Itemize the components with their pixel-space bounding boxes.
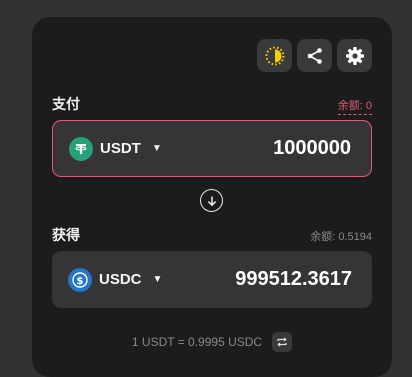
refresh-timer-button[interactable] <box>257 39 292 72</box>
exchange-rate-row: 1 USDT = 0.9995 USDC <box>32 332 392 352</box>
refresh-timer-icon <box>265 46 284 65</box>
receive-label: 获得 <box>52 227 80 243</box>
tether-icon <box>69 136 93 161</box>
usdc-icon: $ <box>68 267 92 292</box>
svg-text:$: $ <box>77 276 84 287</box>
share-icon <box>307 47 322 64</box>
swap-direction-button[interactable] <box>200 189 223 212</box>
receive-label-row: 获得 余额: 0.5194 <box>52 225 372 245</box>
arrow-down-icon <box>207 196 216 206</box>
settings-button[interactable] <box>337 39 372 72</box>
rate-toggle-button[interactable] <box>272 332 293 352</box>
pay-token-selector[interactable]: USDT ▼ <box>69 136 162 161</box>
share-button[interactable] <box>297 39 332 72</box>
pay-label-row: 支付 余额: 0 <box>52 94 372 115</box>
swap-cycle-icon <box>277 337 287 347</box>
swap-toolbar <box>257 39 372 72</box>
settings-gear-icon <box>345 46 364 65</box>
chevron-down-icon: ▼ <box>152 274 163 285</box>
pay-amount-input[interactable] <box>179 136 353 161</box>
pay-token-box: USDT ▼ <box>52 120 372 177</box>
receive-balance: 余额: 0.5194 <box>310 231 372 243</box>
chevron-down-icon: ▼ <box>151 143 162 154</box>
receive-token-symbol: USDC <box>99 271 142 288</box>
receive-amount-input[interactable] <box>180 267 354 292</box>
pay-balance[interactable]: 余额: 0 <box>337 97 372 115</box>
pay-label: 支付 <box>52 96 80 112</box>
exchange-rate-text: 1 USDT = 0.9995 USDC <box>131 335 263 349</box>
swap-card: 支付 余额: 0 USDT ▼ 获得 余额: 0.5194 <box>32 17 392 377</box>
receive-token-box: $ USDC ▼ <box>52 251 372 308</box>
receive-token-selector[interactable]: $ USDC ▼ <box>68 267 163 292</box>
pay-token-symbol: USDT <box>100 140 141 157</box>
